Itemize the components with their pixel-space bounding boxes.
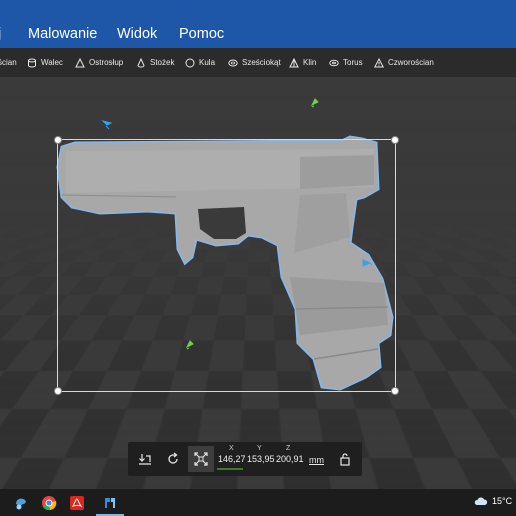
tool-wall[interactable]: ścian — [0, 57, 17, 69]
tool-wedge-label: Klin — [303, 58, 317, 67]
unit-selector[interactable]: mm — [309, 455, 324, 465]
rotate-button[interactable] — [160, 446, 186, 472]
shapes-toolbar: ścian Walec Ostrosłup Stożek Kula Sześci… — [0, 48, 516, 77]
taskbar-app-paint3d[interactable] — [10, 492, 32, 514]
taskbar-app-chrome[interactable] — [38, 492, 60, 514]
menu-item-previous[interactable]: j — [0, 25, 1, 43]
temperature-label: 15°C — [492, 496, 513, 506]
resize-handle-top-left[interactable] — [54, 136, 62, 144]
rotation-handle-icon[interactable] — [101, 119, 113, 131]
cloud-icon — [474, 497, 488, 505]
z-value-field[interactable]: 200,91 — [276, 454, 304, 464]
lock-proportions-button[interactable] — [332, 446, 358, 472]
resize-handle-top-right[interactable] — [391, 136, 399, 144]
paint3d-icon — [16, 498, 26, 510]
taskbar-app-acrobat[interactable] — [66, 492, 88, 514]
taskbar: 15°C — [0, 489, 516, 516]
tool-cylinder[interactable]: Walec — [27, 57, 63, 69]
wedge-icon — [289, 58, 299, 68]
scale-button[interactable] — [188, 446, 214, 472]
rotation-handle-icon[interactable] — [361, 257, 373, 269]
weather-widget[interactable]: 15°C — [474, 496, 512, 506]
selection-box[interactable] — [57, 139, 396, 392]
y-value-field[interactable]: 153,95 — [247, 454, 275, 464]
torus-icon — [329, 59, 339, 67]
menu-item-view[interactable]: Widok — [117, 25, 157, 43]
drop-to-floor-button[interactable] — [132, 446, 158, 472]
tool-hexagon-label: Sześciokąt — [242, 58, 281, 67]
cone-icon — [137, 58, 145, 68]
z-label: Z — [286, 445, 291, 452]
sphere-icon — [185, 58, 195, 68]
tool-sphere[interactable]: Kula — [185, 57, 215, 69]
tool-tetrahedron-label: Czworościan — [388, 58, 434, 67]
menu-bar: j Malowanie Widok Pomoc — [0, 0, 516, 48]
x-value-field[interactable]: 146,27 — [218, 454, 246, 464]
x-label: X — [229, 445, 234, 452]
tetrahedron-icon — [374, 58, 384, 68]
tool-wedge[interactable]: Klin — [289, 57, 316, 69]
x-axis-bar — [217, 468, 243, 470]
acrobat-icon — [70, 496, 84, 510]
tool-sphere-label: Kula — [199, 58, 216, 67]
menu-item-help[interactable]: Pomoc — [179, 25, 224, 43]
tool-cylinder-label: Walec — [41, 58, 63, 67]
taskbar-app-3d-builder[interactable] — [99, 492, 121, 514]
tool-torus[interactable]: Torus — [329, 57, 363, 69]
rotate-icon — [168, 452, 178, 464]
hexagon-icon — [228, 59, 238, 67]
menu-item-painting[interactable]: Malowanie — [28, 25, 97, 43]
tool-tetrahedron[interactable]: Czworościan — [374, 57, 434, 69]
tool-pyramid-label: Ostrosłup — [89, 58, 124, 67]
chrome-icon — [42, 496, 57, 511]
lock-icon — [340, 453, 350, 466]
tool-wall-label: ścian — [0, 58, 17, 67]
tool-hexagon[interactable]: Sześciokąt — [228, 57, 281, 69]
tool-cone[interactable]: Stożek — [136, 57, 174, 69]
rotation-handle-icon[interactable] — [309, 96, 321, 108]
transform-panel: X 146,27 Y 153,95 Z 200,91 mm — [128, 442, 362, 476]
3d-builder-icon — [105, 498, 115, 508]
rotation-handle-icon[interactable] — [184, 338, 196, 350]
tool-pyramid[interactable]: Ostrosłup — [75, 57, 123, 69]
scene-canvas[interactable] — [0, 77, 516, 489]
tool-torus-label: Torus — [343, 58, 363, 67]
y-label: Y — [257, 445, 262, 452]
tool-cone-label: Stożek — [150, 58, 175, 67]
resize-handle-bottom-left[interactable] — [54, 387, 62, 395]
cylinder-icon — [28, 58, 36, 68]
resize-handle-bottom-right[interactable] — [391, 387, 399, 395]
scale-icon — [194, 452, 208, 466]
drop-to-floor-icon — [139, 454, 151, 465]
pyramid-icon — [75, 58, 85, 68]
